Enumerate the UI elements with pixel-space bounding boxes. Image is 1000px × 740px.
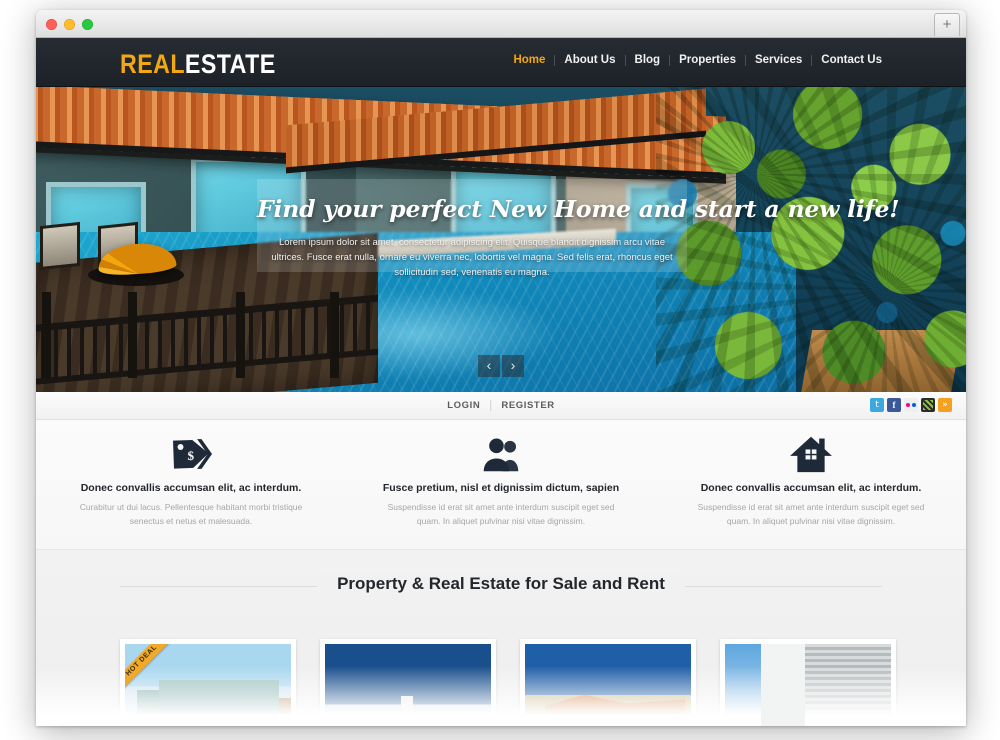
property-card[interactable] <box>720 639 896 726</box>
main-navigation: Home About Us Blog Properties Services C… <box>504 54 891 66</box>
page-title: Property & Real Estate for Sale and Rent <box>317 574 685 594</box>
dribbble-icon[interactable] <box>921 398 935 412</box>
close-window-button[interactable] <box>46 19 57 30</box>
patio-chair <box>40 221 80 271</box>
maximize-window-button[interactable] <box>82 19 93 30</box>
hot-deal-badge: HOT DEAL <box>125 644 177 696</box>
property-thumbnail <box>525 644 691 726</box>
house-icon <box>656 434 966 474</box>
twitter-icon[interactable]: t <box>870 398 884 412</box>
flickr-icon[interactable] <box>904 398 918 412</box>
property-card[interactable]: HOT DEAL <box>120 639 296 726</box>
svg-text:$: $ <box>188 448 195 463</box>
browser-titlebar: + <box>36 10 966 38</box>
login-link[interactable]: LOGIN <box>437 400 490 411</box>
new-tab-button[interactable]: + <box>934 13 960 36</box>
property-card-list: HOT DEAL <box>120 639 896 726</box>
section-header: Property & Real Estate for Sale and Rent <box>120 550 882 594</box>
property-card[interactable] <box>520 639 696 726</box>
property-card[interactable] <box>320 639 496 726</box>
social-links: t f » <box>870 398 952 412</box>
features-section: $ Donec convallis accumsan elit, ac inte… <box>36 420 966 550</box>
nav-item-services[interactable]: Services <box>746 54 811 66</box>
feature-column-2: Fusce pretium, nisl et dignissim dictum,… <box>346 420 656 549</box>
deck-post <box>42 292 51 378</box>
hero-subtitle: Lorem ipsum dolor sit amet, consectetur … <box>271 237 673 278</box>
page-viewport: REALESTATE Home About Us Blog Properties… <box>36 38 966 726</box>
logo-part-primary: REAL <box>120 49 185 79</box>
property-thumbnail: HOT DEAL <box>125 644 291 726</box>
deck-post <box>236 292 245 378</box>
nav-item-contact-us[interactable]: Contact Us <box>812 54 891 66</box>
account-bar: LOGIN REGISTER t f » <box>36 392 966 420</box>
site-logo[interactable]: REALESTATE <box>120 49 276 80</box>
account-links: LOGIN REGISTER <box>437 400 564 411</box>
nav-item-properties[interactable]: Properties <box>670 54 745 66</box>
hero-carousel[interactable]: Find your perfect New Home and start a n… <box>36 87 966 392</box>
logo-part-secondary: ESTATE <box>184 49 276 79</box>
rss-icon[interactable]: » <box>938 398 952 412</box>
carousel-prev-button[interactable]: ‹ <box>478 355 500 377</box>
facebook-icon[interactable]: f <box>887 398 901 412</box>
property-thumbnail <box>325 644 491 726</box>
feature-title: Donec convallis accumsan elit, ac interd… <box>80 482 302 494</box>
deck-post <box>128 292 137 378</box>
nav-item-about-us[interactable]: About Us <box>555 54 624 66</box>
property-thumbnail <box>725 644 891 726</box>
feature-column-3: Donec convallis accumsan elit, ac interd… <box>656 420 966 549</box>
nav-item-home[interactable]: Home <box>504 54 554 66</box>
deck-post <box>330 292 339 378</box>
site-header: REALESTATE Home About Us Blog Properties… <box>36 38 966 87</box>
feature-text: Suspendisse id erat sit amet ante interd… <box>387 502 615 526</box>
carousel-navigation: ‹ › <box>478 355 524 377</box>
carousel-next-button[interactable]: › <box>502 355 524 377</box>
feature-title: Fusce pretium, nisl et dignissim dictum,… <box>382 482 620 494</box>
feature-text: Suspendisse id erat sit amet ante interd… <box>697 502 925 526</box>
nav-item-blog[interactable]: Blog <box>626 54 670 66</box>
price-tag-icon: $ <box>36 434 346 474</box>
feature-text: Curabitur ut dui lacus. Pellentesque hab… <box>79 502 303 526</box>
users-icon <box>346 434 656 474</box>
hero-title: Find your perfect New Home and start a n… <box>257 195 900 223</box>
tree-foliage-gaps <box>656 87 966 392</box>
feature-title: Donec convallis accumsan elit, ac interd… <box>700 482 922 494</box>
minimize-window-button[interactable] <box>64 19 75 30</box>
properties-section: Property & Real Estate for Sale and Rent… <box>36 550 966 726</box>
feature-column-1: $ Donec convallis accumsan elit, ac inte… <box>36 420 346 549</box>
register-link[interactable]: REGISTER <box>491 400 564 411</box>
browser-window: + REALESTATE Home About Us Blog Properti… <box>36 10 966 726</box>
